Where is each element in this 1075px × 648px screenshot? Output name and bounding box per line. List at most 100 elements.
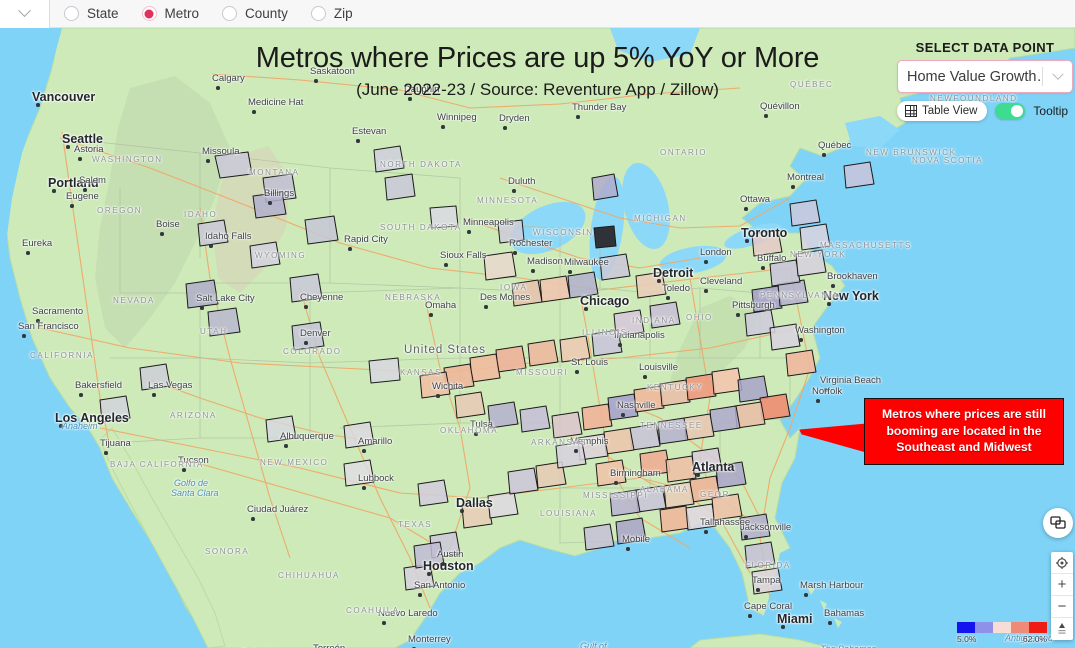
map-canvas[interactable]: Vancouver Seattle Portland Chicago Toronto Ne… (0, 28, 1075, 648)
city-dot (748, 614, 752, 618)
compass-button[interactable] (1051, 618, 1073, 640)
chevron-down-icon (18, 4, 31, 18)
city-dot (78, 157, 82, 161)
city-dot (531, 269, 535, 273)
city-dot (182, 468, 186, 472)
legend-swatch (957, 622, 975, 633)
city-dot (206, 159, 210, 163)
city-dot (284, 444, 288, 448)
radio-button-county[interactable] (222, 6, 238, 21)
zoom-out-button[interactable]: − (1051, 596, 1073, 618)
city-dot (621, 413, 625, 417)
data-point-select-value: Home Value Growth… (907, 68, 1042, 85)
city-dot (474, 432, 478, 436)
panel-controls-row: Table View Tooltip (897, 101, 1073, 121)
city-dot (362, 486, 366, 490)
city-dot (200, 306, 204, 310)
city-dot (568, 270, 572, 274)
city-dot (52, 189, 56, 193)
zoom-in-button[interactable]: + (1051, 574, 1073, 596)
geography-radio-group: State Metro County Zip (50, 6, 376, 21)
city-dot (441, 125, 445, 129)
city-dot (314, 79, 318, 83)
annotation-line-2: booming are located in the (886, 423, 1042, 438)
data-point-select[interactable]: Home Value Growth… (897, 60, 1073, 93)
panel-heading: SELECT DATA POINT (915, 40, 1055, 55)
city-dot (657, 279, 661, 283)
map-vector-layer (0, 28, 1075, 648)
legend-swatch (975, 622, 993, 633)
legend-swatch (1011, 622, 1029, 633)
city-dot (66, 145, 70, 149)
city-dot (756, 588, 760, 592)
city-dot (304, 341, 308, 345)
city-dot (59, 424, 63, 428)
locate-button[interactable] (1051, 552, 1073, 574)
radio-button-metro[interactable] (141, 6, 157, 21)
city-dot (79, 393, 83, 397)
city-dot (467, 230, 471, 234)
city-dot (408, 97, 412, 101)
legend-gradient-bar (957, 622, 1047, 633)
city-dot (745, 239, 749, 243)
radio-label-state: State (87, 6, 119, 21)
city-dot (827, 302, 831, 306)
city-dot (704, 530, 708, 534)
city-dot (822, 153, 826, 157)
legend-min-label: 5.0% (957, 634, 977, 644)
left-dropdown-partial[interactable] (0, 0, 50, 28)
city-dot (251, 517, 255, 521)
city-dot (441, 562, 445, 566)
radio-label-county: County (245, 6, 288, 21)
radio-button-state[interactable] (64, 6, 79, 21)
city-dot (513, 251, 517, 255)
radio-option-county[interactable]: County (222, 6, 288, 21)
city-dot (209, 244, 213, 248)
radio-option-zip[interactable]: Zip (310, 6, 353, 21)
city-dot (618, 343, 622, 347)
table-view-button[interactable]: Table View (897, 101, 988, 121)
city-dot (26, 251, 30, 255)
city-dot (824, 388, 828, 392)
radio-button-zip[interactable] (310, 6, 326, 21)
tooltip-toggle[interactable] (995, 103, 1026, 119)
city-dot (574, 449, 578, 453)
select-dropdown-toggle[interactable] (1043, 68, 1072, 81)
city-dot (268, 201, 272, 205)
city-dot (382, 621, 386, 625)
radio-option-state[interactable]: State (64, 6, 119, 21)
table-view-label: Table View (922, 105, 978, 117)
city-dot (781, 625, 785, 629)
tooltip-label: Tooltip (1033, 104, 1069, 118)
geography-selector-bar: State Metro County Zip (0, 0, 1075, 28)
city-dot (152, 393, 156, 397)
radio-option-metro[interactable]: Metro (141, 6, 199, 21)
reventure-map-app: State Metro County Zip Vancouver Seattle… (0, 0, 1075, 648)
grid-icon (905, 105, 917, 117)
city-dot (804, 593, 808, 597)
city-dot (764, 114, 768, 118)
city-dot (816, 399, 820, 403)
radio-label-zip: Zip (333, 6, 353, 21)
city-dot (744, 207, 748, 211)
city-dot (576, 115, 580, 119)
city-dot (704, 289, 708, 293)
chat-button[interactable] (1043, 508, 1073, 538)
annotation-callout: Metros where prices are still booming ar… (864, 398, 1064, 465)
city-dot (70, 204, 74, 208)
city-dot (696, 473, 700, 477)
locate-target-icon (1056, 556, 1068, 569)
city-dot (828, 621, 832, 625)
city-dot (104, 451, 108, 455)
city-dot (736, 313, 740, 317)
data-point-panel: SELECT DATA POINT Home Value Growth… Tab… (897, 40, 1073, 121)
city-dot (704, 260, 708, 264)
compass-icon (1058, 623, 1066, 634)
legend-swatch (993, 622, 1011, 633)
city-dot (216, 86, 220, 90)
city-dot (436, 394, 440, 398)
city-dot (791, 185, 795, 189)
city-dot (584, 307, 588, 311)
city-dot (460, 509, 464, 513)
chevron-down-icon (1051, 68, 1064, 80)
